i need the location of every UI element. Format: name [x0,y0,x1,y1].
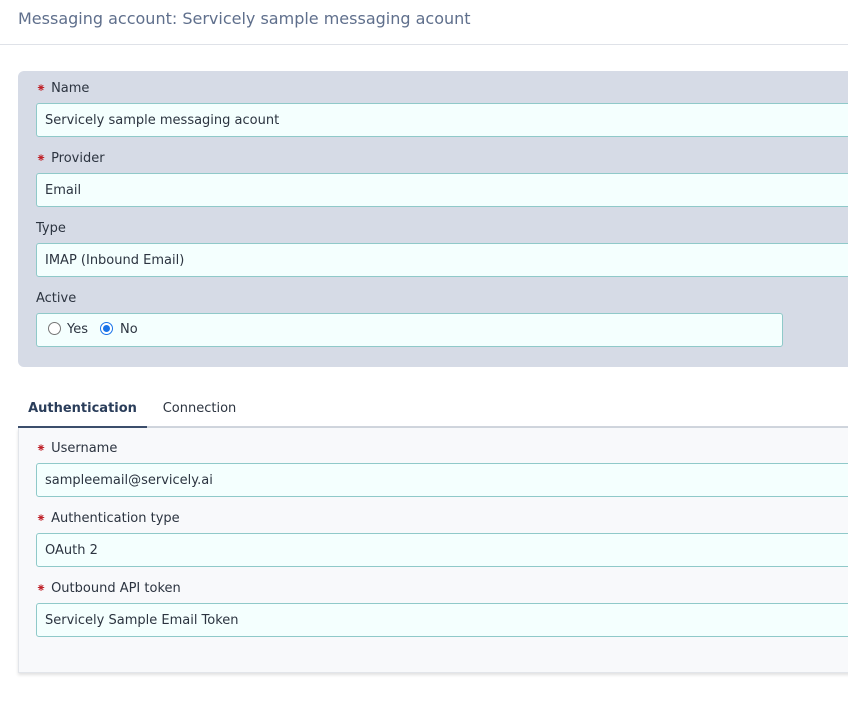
required-marker: ⁕ [36,581,47,595]
auth-type-input[interactable] [36,533,848,567]
tab-bar: Authentication Connection [18,395,848,429]
active-yes-label[interactable]: Yes [67,322,88,337]
username-input[interactable] [36,463,848,497]
required-marker: ⁕ [36,151,47,165]
type-input[interactable] [36,243,848,277]
active-yes-radio[interactable] [48,322,61,335]
api-token-label: ⁕ Outbound API token [36,581,181,596]
active-radio-group: Yes No [36,313,783,347]
type-label: Type [36,221,66,236]
tab-connection[interactable]: Connection [153,395,246,426]
active-label: Active [36,291,77,306]
required-marker: ⁕ [36,511,47,525]
tab-authentication[interactable]: Authentication [18,395,147,429]
page-header: Messaging account: Servicely sample mess… [0,0,848,45]
page-title: Messaging account: Servicely sample mess… [18,9,471,28]
provider-input[interactable] [36,173,848,207]
required-marker: ⁕ [36,81,47,95]
name-input[interactable] [36,103,848,137]
username-label: ⁕ Username [36,441,118,456]
api-token-input[interactable] [36,603,848,637]
active-no-radio[interactable] [100,322,113,335]
required-marker: ⁕ [36,441,47,455]
auth-type-label: ⁕ Authentication type [36,511,180,526]
provider-label: ⁕ Provider [36,151,105,166]
name-label: ⁕ Name [36,81,90,96]
active-no-label[interactable]: No [120,322,138,337]
